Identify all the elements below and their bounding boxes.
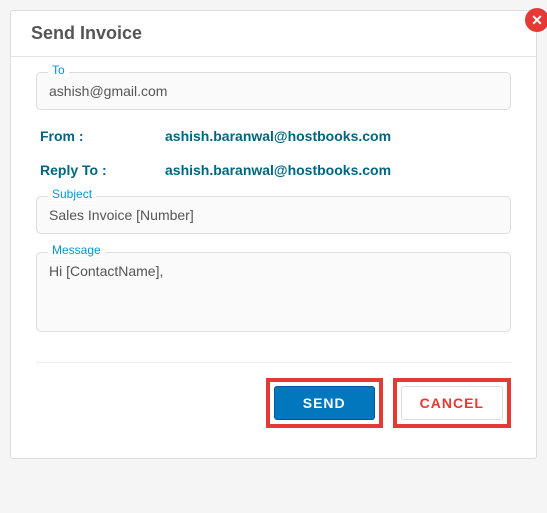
from-row: From : ashish.baranwal@hostbooks.com xyxy=(36,128,511,144)
button-row: SEND CANCEL xyxy=(36,378,511,438)
reply-to-value: ashish.baranwal@hostbooks.com xyxy=(165,162,391,178)
modal-title: Send Invoice xyxy=(31,23,516,44)
to-input[interactable] xyxy=(36,72,511,110)
from-value: ashish.baranwal@hostbooks.com xyxy=(165,128,391,144)
divider xyxy=(36,362,511,363)
message-field-group: Message Hi [ContactName], xyxy=(36,252,511,337)
subject-field-group: Subject xyxy=(36,196,511,234)
message-textarea[interactable]: Hi [ContactName], xyxy=(36,252,511,332)
subject-label: Subject xyxy=(48,187,96,201)
reply-to-label: Reply To : xyxy=(40,162,165,178)
cancel-button[interactable]: CANCEL xyxy=(401,386,503,420)
send-button[interactable]: SEND xyxy=(274,386,375,420)
send-invoice-modal: Send Invoice To From : ashish.baranwal@h… xyxy=(10,10,537,459)
to-label: To xyxy=(48,63,69,77)
message-label: Message xyxy=(48,243,105,257)
send-highlight-box: SEND xyxy=(266,378,383,428)
close-button[interactable]: ✕ xyxy=(525,8,547,32)
cancel-highlight-box: CANCEL xyxy=(393,378,511,428)
close-icon: ✕ xyxy=(531,12,543,28)
from-label: From : xyxy=(40,128,165,144)
modal-body: To From : ashish.baranwal@hostbooks.com … xyxy=(11,57,536,458)
modal-header: Send Invoice xyxy=(11,11,536,57)
subject-input[interactable] xyxy=(36,196,511,234)
reply-to-row: Reply To : ashish.baranwal@hostbooks.com xyxy=(36,162,511,178)
to-field-group: To xyxy=(36,72,511,110)
